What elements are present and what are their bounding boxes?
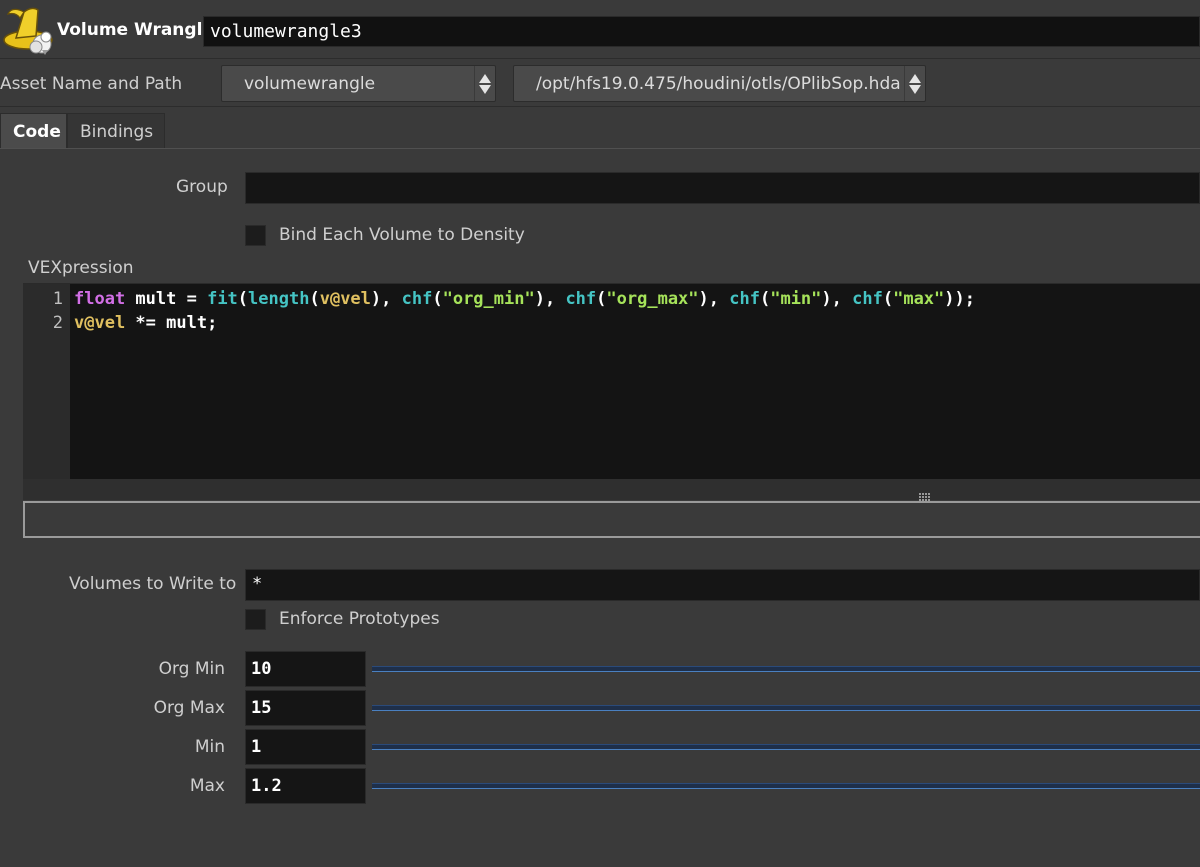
vex-extra-input[interactable] xyxy=(23,501,1200,538)
dropdown-arrows-icon xyxy=(474,66,495,101)
line-number-gutter: 1 2 xyxy=(23,284,70,480)
volumes-to-write-label: Volumes to Write to xyxy=(69,574,237,594)
max-slider[interactable] xyxy=(372,783,1200,789)
group-label: Group xyxy=(176,177,228,197)
line-number: 2 xyxy=(52,313,63,333)
line-number: 1 xyxy=(52,289,63,309)
tab-bindings[interactable]: Bindings xyxy=(67,113,165,149)
dropdown-arrows-icon xyxy=(904,66,925,101)
org-min-label: Org Min xyxy=(158,659,225,679)
code-editor[interactable]: 1 2 float mult = fit(length(v@vel), chf(… xyxy=(23,283,1200,480)
asset-divider xyxy=(0,106,1200,107)
org-max-field[interactable]: 15 xyxy=(245,690,366,726)
org-min-slider[interactable] xyxy=(372,666,1200,672)
max-field[interactable]: 1.2 xyxy=(245,768,366,804)
header-divider xyxy=(0,58,1200,59)
group-input[interactable] xyxy=(245,172,1200,204)
asset-name-path-label: Asset Name and Path xyxy=(0,74,183,94)
code-line: float mult = fit(length(v@vel), chf("org… xyxy=(74,289,975,309)
node-name-field[interactable] xyxy=(203,16,1200,47)
tab-code[interactable]: Code xyxy=(0,113,67,149)
volumes-to-write-input[interactable]: * xyxy=(245,569,1200,601)
asset-path-dropdown[interactable]: /opt/hfs19.0.475/houdini/otls/OPlibSop.h… xyxy=(513,65,926,102)
editor-resize-bar[interactable] xyxy=(23,479,1200,500)
asset-name-value: volumewrangle xyxy=(244,74,376,94)
min-field[interactable]: 1 xyxy=(245,729,366,765)
vexpression-label: VEXpression xyxy=(28,258,134,278)
bind-each-volume-checkbox[interactable] xyxy=(245,225,266,246)
enforce-prototypes-checkbox[interactable] xyxy=(245,609,266,630)
org-max-slider[interactable] xyxy=(372,705,1200,711)
bind-each-volume-label: Bind Each Volume to Density xyxy=(279,225,525,245)
org-min-field[interactable]: 10 xyxy=(245,651,366,687)
asset-path-value: /opt/hfs19.0.475/houdini/otls/OPlibSop.h… xyxy=(536,74,901,94)
node-type-label: Volume Wrangle xyxy=(57,20,214,40)
min-label: Min xyxy=(194,737,225,757)
tab-divider xyxy=(0,148,1200,149)
min-slider[interactable] xyxy=(372,744,1200,750)
wizard-hat-icon[interactable] xyxy=(2,4,56,56)
org-max-label: Org Max xyxy=(153,698,225,718)
tab-bar: Code Bindings xyxy=(0,113,1200,149)
enforce-prototypes-label: Enforce Prototypes xyxy=(279,609,440,629)
code-line: v@vel *= mult; xyxy=(74,313,218,333)
resize-grip-icon[interactable] xyxy=(919,486,931,501)
max-label: Max xyxy=(189,776,225,796)
asset-name-dropdown[interactable]: volumewrangle xyxy=(221,65,496,102)
